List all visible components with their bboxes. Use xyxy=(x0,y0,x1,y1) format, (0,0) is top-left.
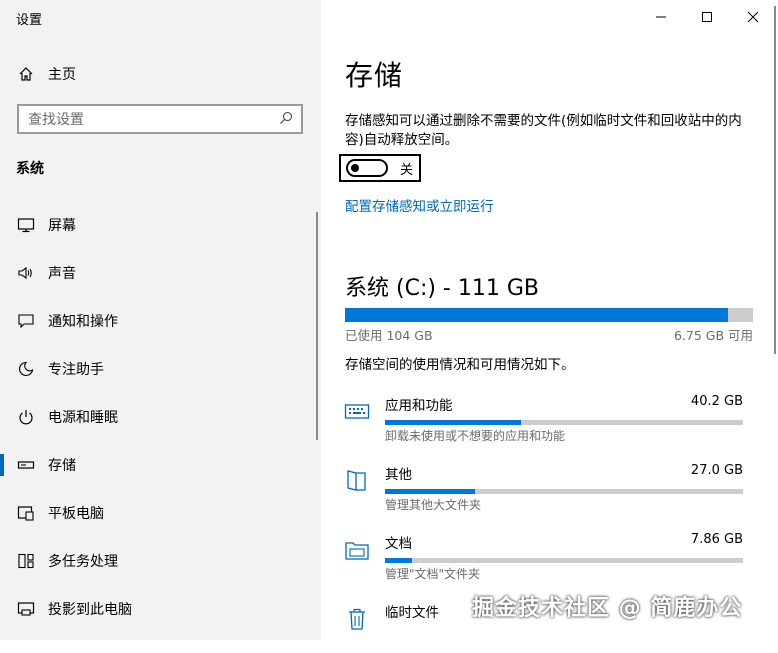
drive-usage-fill xyxy=(345,308,729,322)
sidebar-item-label: 专注助手 xyxy=(48,362,104,378)
sidebar-item-notifications[interactable]: 通知和操作 xyxy=(16,310,118,332)
sidebar-item-label: 通知和操作 xyxy=(48,314,118,330)
sidebar: 设置 主页 查找设置 系统 屏幕 声音 通知和操作 专注助手 电源和睡眠 存储 … xyxy=(0,0,321,640)
main-panel: 存储 存储感知可以通过删除不需要的文件(例如临时文件和回收站中的内容)自动释放空… xyxy=(321,0,778,640)
documents-folder-icon xyxy=(343,536,371,564)
storage-sense-description: 存储感知可以通过删除不需要的文件(例如临时文件和回收站中的内容)自动释放空间。 xyxy=(345,113,742,148)
moon-icon xyxy=(16,359,36,379)
notification-icon xyxy=(16,311,36,331)
page-title: 存储 xyxy=(345,59,404,92)
keyboard-icon xyxy=(343,398,371,426)
main-scrollbar[interactable] xyxy=(774,6,776,354)
sidebar-item-label: 声音 xyxy=(48,266,76,282)
sidebar-item-sound[interactable]: 声音 xyxy=(16,262,76,284)
toggle-knob xyxy=(351,164,359,172)
sidebar-item-tablet[interactable]: 平板电脑 xyxy=(16,502,104,524)
home-icon xyxy=(16,64,36,84)
sidebar-item-label: 电源和睡眠 xyxy=(48,410,118,426)
drive-usage-bar[interactable] xyxy=(345,308,753,322)
maximize-button[interactable] xyxy=(695,6,719,28)
category-bar xyxy=(385,558,743,563)
watermark: 掘金技术社区 @ 简鹿办公 xyxy=(472,596,743,621)
category-bar-fill xyxy=(385,558,412,563)
sidebar-item-project[interactable]: 投影到此电脑 xyxy=(16,598,132,620)
storage-icon xyxy=(16,455,36,475)
toggle-switch[interactable] xyxy=(346,159,388,177)
category-subtitle: 卸载未使用或不想要的应用和功能 xyxy=(385,429,566,443)
category-bar xyxy=(385,489,743,494)
folder-other-icon xyxy=(343,467,371,495)
drive-title: 系统 (C:) - 111 GB xyxy=(345,276,539,301)
sidebar-item-label: 存储 xyxy=(48,458,76,474)
category-size: 40.2 GB xyxy=(690,394,743,409)
sidebar-item-power[interactable]: 电源和睡眠 xyxy=(16,406,118,428)
monitor-icon xyxy=(16,215,36,235)
app-title: 设置 xyxy=(16,13,43,28)
toggle-state-label: 关 xyxy=(400,162,414,178)
search-placeholder: 查找设置 xyxy=(28,112,84,128)
trash-icon xyxy=(343,605,371,633)
sidebar-item-label: 屏幕 xyxy=(48,218,76,234)
category-size: 7.86 GB xyxy=(690,532,743,547)
configure-storage-sense-link[interactable]: 配置存储感知或立即运行 xyxy=(345,195,494,215)
category-apps[interactable]: 应用和功能 40.2 GB 卸载未使用或不想要的应用和功能 xyxy=(343,394,743,446)
drive-free-text: 6.75 GB 可用 xyxy=(673,328,753,343)
category-name: 临时文件 xyxy=(385,605,439,621)
storage-sense-toggle[interactable]: 关 xyxy=(339,154,421,182)
category-subtitle: 管理其他大文件夹 xyxy=(385,498,482,512)
power-icon xyxy=(16,407,36,427)
search-icon[interactable] xyxy=(279,110,293,129)
sidebar-item-label: 多任务处理 xyxy=(48,554,118,570)
category-bar-fill xyxy=(385,420,522,425)
close-button[interactable] xyxy=(741,6,765,28)
multitask-icon xyxy=(16,551,36,571)
category-size: 27.0 GB xyxy=(690,463,743,478)
category-other[interactable]: 其他 27.0 GB 管理其他大文件夹 xyxy=(343,463,743,515)
category-name: 应用和功能 xyxy=(385,398,453,414)
speaker-icon xyxy=(16,263,36,283)
minimize-button[interactable] xyxy=(649,6,673,28)
search-input[interactable]: 查找设置 xyxy=(17,104,303,134)
category-bar xyxy=(385,420,743,425)
nav-home[interactable]: 主页 xyxy=(16,63,76,85)
category-name: 其他 xyxy=(385,467,412,483)
category-subtitle: 管理"文档"文件夹 xyxy=(385,567,481,581)
sidebar-item-label: 平板电脑 xyxy=(48,506,104,522)
category-name: 文档 xyxy=(385,536,412,552)
sidebar-item-storage[interactable]: 存储 xyxy=(16,454,76,476)
project-icon xyxy=(16,599,36,619)
sidebar-item-display[interactable]: 屏幕 xyxy=(16,214,76,236)
section-heading: 系统 xyxy=(16,161,44,177)
sidebar-scrollbar[interactable] xyxy=(316,212,318,440)
nav-home-label: 主页 xyxy=(48,67,76,83)
usage-note: 存储空间的使用情况和可用情况如下。 xyxy=(345,357,575,373)
selected-indicator xyxy=(0,454,4,476)
drive-used-text: 已使用 104 GB xyxy=(345,328,433,343)
sidebar-item-multitasking[interactable]: 多任务处理 xyxy=(16,550,118,572)
category-bar-fill xyxy=(385,489,475,494)
tablet-icon xyxy=(16,503,36,523)
sidebar-item-focus-assist[interactable]: 专注助手 xyxy=(16,358,104,380)
category-documents[interactable]: 文档 7.86 GB 管理"文档"文件夹 xyxy=(343,532,743,584)
sidebar-item-label: 投影到此电脑 xyxy=(48,602,132,618)
